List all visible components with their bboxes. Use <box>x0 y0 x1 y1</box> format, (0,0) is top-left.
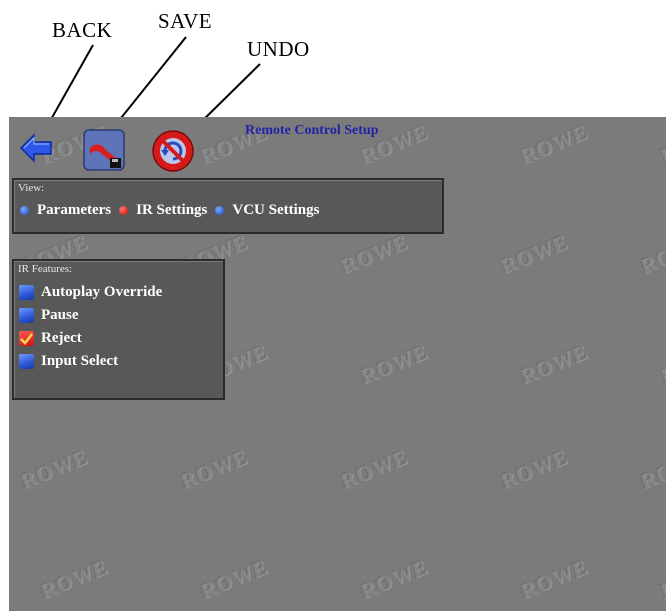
undo-callout-label: UNDO <box>247 37 310 61</box>
watermark-text: ROWE <box>356 339 432 389</box>
back-callout-label: BACK <box>52 18 113 42</box>
checkbox-unchecked-icon <box>19 354 34 369</box>
checkbox-unchecked-icon <box>19 285 34 300</box>
checkbox-pause[interactable]: Pause <box>19 307 79 324</box>
undo-button[interactable] <box>150 128 196 174</box>
radio-dot-icon <box>215 206 225 215</box>
save-callout-label: SAVE <box>158 9 213 33</box>
watermark-text: ROWE <box>656 119 666 169</box>
save-button[interactable] <box>82 128 126 172</box>
watermark-text: ROWE <box>656 339 666 389</box>
watermark-text: ROWE <box>496 444 572 494</box>
watermark-text: ROWE <box>516 119 592 169</box>
watermark-text: ROWE <box>16 444 92 494</box>
watermark-text: ROWE <box>656 554 666 604</box>
radio-ir-settings[interactable]: IR Settings <box>119 202 207 219</box>
watermark-text: ROWE <box>196 554 272 604</box>
watermark-text: ROWE <box>516 554 592 604</box>
watermark-text: ROWE <box>336 444 412 494</box>
checkbox-unchecked-icon <box>19 308 34 323</box>
radio-label: VCU Settings <box>232 202 320 218</box>
watermark-text: ROWE <box>176 444 252 494</box>
checkmark-icon <box>20 333 34 345</box>
radio-vcu-settings[interactable]: VCU Settings <box>215 202 319 219</box>
view-panel-title: View: <box>18 182 45 194</box>
checkbox-label: Autoplay Override <box>41 284 163 300</box>
watermark-text: ROWE <box>636 444 666 494</box>
watermark-text: ROWE <box>36 554 112 604</box>
undo-icon <box>152 130 194 172</box>
device-screen: ROWE ROWE ROWE ROWE ROWE ROWE ROWE ROWE ROWE ROWE… <box>9 117 666 611</box>
checkbox-input-select[interactable]: Input Select <box>19 353 118 370</box>
radio-dot-icon <box>20 206 29 215</box>
radio-dot-selected-icon <box>119 206 129 215</box>
save-disk-icon <box>83 129 125 171</box>
watermark-text: ROWE <box>356 554 432 604</box>
view-panel: View: Parameters IR Settings VCU Setting… <box>12 178 444 234</box>
screen-title: Remote Control Setup <box>245 123 379 138</box>
checkbox-label: Input Select <box>41 353 119 369</box>
checkbox-reject[interactable]: Reject <box>19 330 82 347</box>
radio-label: Parameters <box>37 202 112 218</box>
radio-label: IR Settings <box>136 202 208 218</box>
checkbox-label: Pause <box>41 307 79 323</box>
checkbox-checked-icon <box>19 331 34 346</box>
back-arrow-icon <box>19 133 52 163</box>
radio-parameters[interactable]: Parameters <box>20 202 111 219</box>
ir-features-panel-title: IR Features: <box>18 263 73 275</box>
view-radio-group: Parameters IR Settings VCU Settings <box>20 202 327 219</box>
watermark-text: ROWE <box>516 339 592 389</box>
checkbox-autoplay-override[interactable]: Autoplay Override <box>19 284 162 301</box>
ir-features-panel: IR Features: Autoplay Override Pause Rej… <box>12 259 225 400</box>
save-arrow-line <box>111 36 187 130</box>
back-button[interactable] <box>19 131 53 165</box>
watermark-text: ROWE <box>636 229 666 279</box>
watermark-text: ROWE <box>496 229 572 279</box>
watermark-text: ROWE <box>336 229 412 279</box>
checkbox-label: Reject <box>41 330 82 346</box>
